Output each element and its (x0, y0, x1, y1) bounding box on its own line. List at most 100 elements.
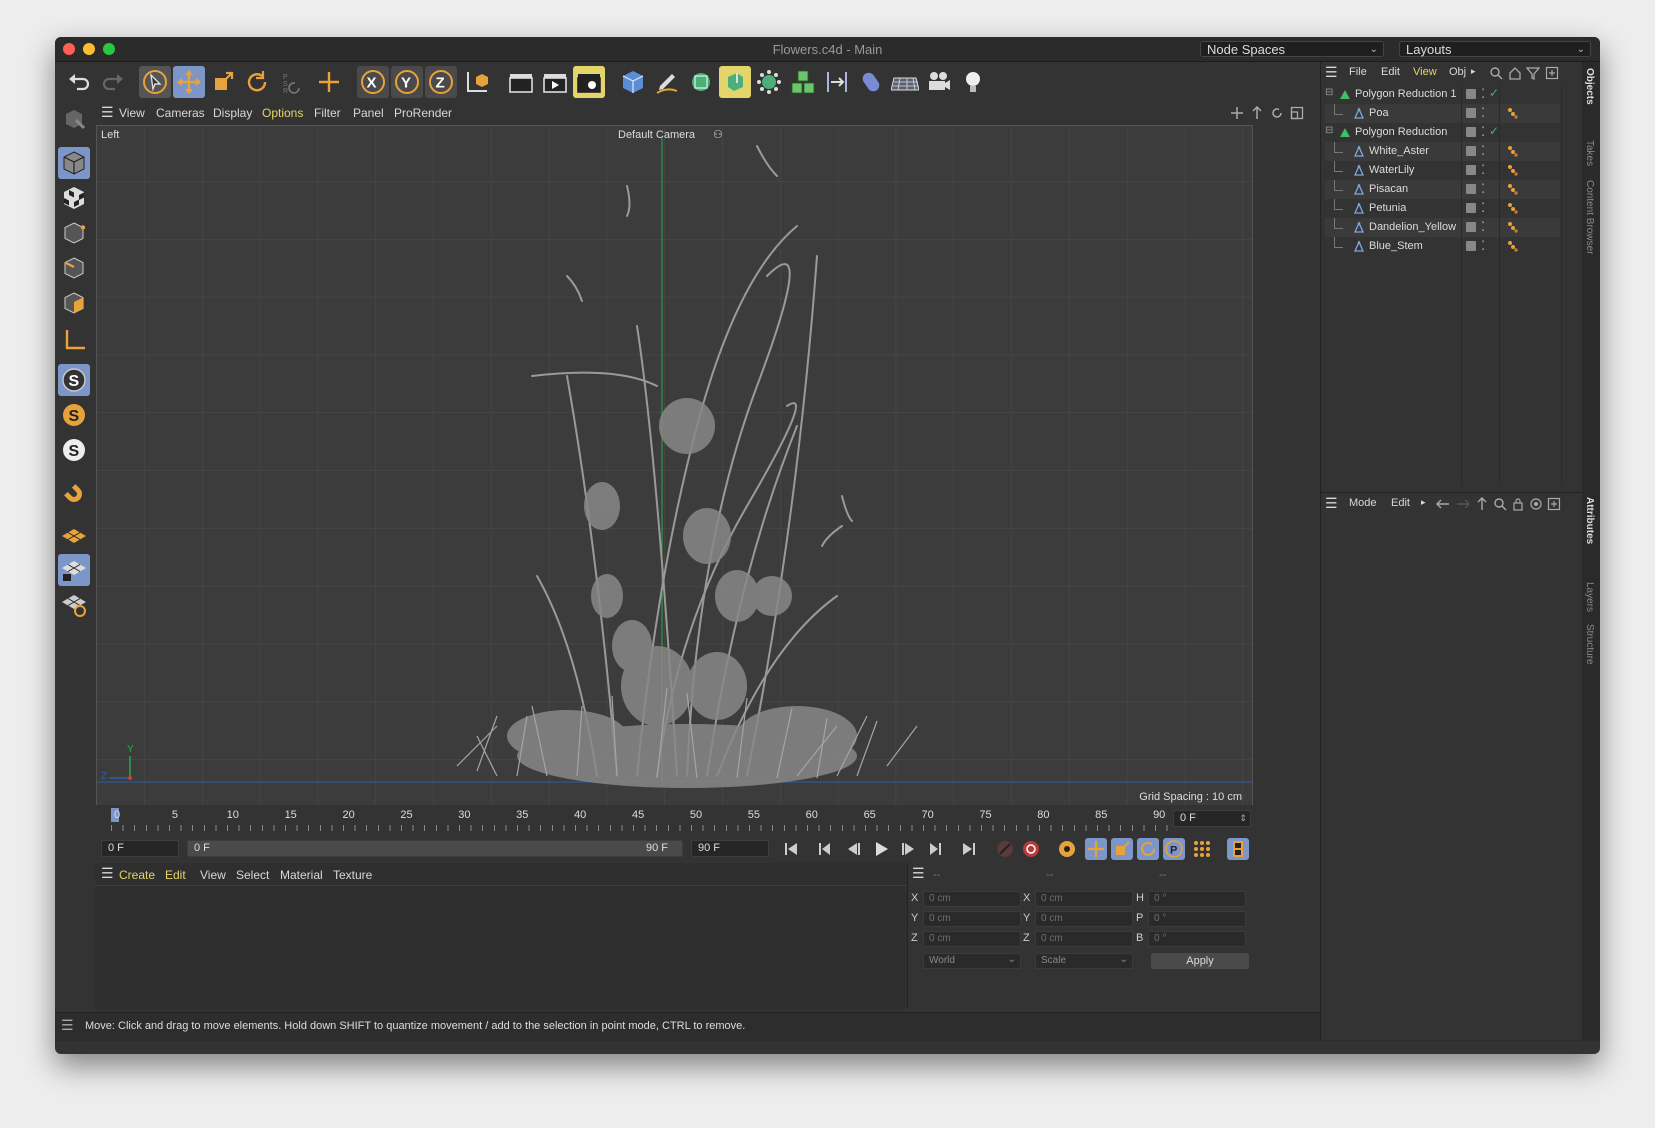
menu-cameras[interactable]: Cameras (156, 106, 205, 120)
cloner-button[interactable] (753, 66, 785, 98)
visibility-dots[interactable]: ⁚ (1481, 200, 1485, 216)
point-mode-button[interactable] (58, 217, 90, 249)
extrude-button[interactable] (719, 66, 751, 98)
tab-content-browser[interactable]: Content Browser (1584, 180, 1595, 254)
make-editable-button[interactable] (58, 104, 90, 136)
key-rotation-icon[interactable] (1137, 838, 1159, 860)
model-mode-button[interactable] (58, 147, 90, 179)
hamburger-menu-icon[interactable]: ☰ (912, 865, 925, 882)
layouts-dropdown[interactable]: Layouts ⌄ (1399, 41, 1591, 57)
frame-range-slider[interactable]: 0 F 90 F (187, 840, 683, 857)
scene-object-button[interactable] (855, 66, 887, 98)
target-icon[interactable] (1529, 497, 1543, 511)
material-menu-view[interactable]: View (200, 868, 226, 882)
end-frame-field[interactable]: 90 F (691, 840, 769, 857)
x-axis-lock-button[interactable]: X (357, 66, 389, 98)
workplane-button[interactable] (58, 520, 90, 552)
light-button[interactable] (957, 66, 989, 98)
menu-filter[interactable]: Filter (314, 106, 341, 120)
menu-view[interactable]: View (119, 106, 145, 120)
position-y-field[interactable]: 0 cm (923, 911, 1021, 927)
object-row[interactable]: ⊟ Polygon Reduction 1 ⁚ ✓ (1325, 85, 1560, 104)
hamburger-menu-icon[interactable]: ☰ (1325, 64, 1338, 81)
visibility-dots[interactable]: ⁚ (1481, 181, 1485, 197)
material-menu-select[interactable]: Select (236, 868, 269, 882)
layer-toggle[interactable] (1466, 222, 1476, 232)
material-list-area[interactable] (95, 885, 907, 1009)
visibility-dots[interactable]: ⁚ (1481, 124, 1485, 140)
object-row[interactable]: Petunia ⁚ (1325, 199, 1560, 218)
scale-tool-button[interactable] (207, 66, 239, 98)
record-disabled-icon[interactable] (995, 839, 1015, 859)
previous-key-icon[interactable] (815, 839, 835, 859)
axis-mode-button[interactable] (58, 324, 90, 356)
rotation-h-field[interactable]: 0 ° (1148, 891, 1246, 907)
material-tag-icon[interactable] (1507, 183, 1519, 195)
subdivision-surface-button[interactable] (685, 66, 717, 98)
magnet-tool-button[interactable] (58, 478, 90, 510)
size-z-field[interactable]: 0 cm (1035, 931, 1133, 947)
key-scale-icon[interactable] (1111, 838, 1133, 860)
maximize-view-icon[interactable] (1290, 106, 1304, 120)
object-row[interactable]: WaterLily ⁚ (1325, 161, 1560, 180)
rotation-b-field[interactable]: 0 ° (1148, 931, 1246, 947)
start-frame-field[interactable]: 0 F (101, 840, 179, 857)
timeline-ruler[interactable]: 0 5 10 15 20 25 30 35 40 45 50 55 60 65 70 75 80 85 90 0 F… (95, 805, 1317, 835)
add-tool-button[interactable] (313, 66, 345, 98)
collapse-toggle-icon[interactable]: ⊟ (1325, 125, 1333, 136)
array-button[interactable] (787, 66, 819, 98)
material-menu-edit[interactable]: Edit (165, 868, 186, 882)
hamburger-menu-icon[interactable]: ☰ (1325, 495, 1338, 512)
viewport-3d[interactable]: Left Default Camera ⚇ Y Z Grid Spacing :… (96, 125, 1253, 808)
menu-overflow-arrow-icon[interactable]: ▸ (1471, 66, 1476, 77)
key-parameter-icon[interactable]: P (1163, 838, 1185, 860)
material-tag-icon[interactable] (1507, 145, 1519, 157)
cube-primitive-button[interactable] (617, 66, 649, 98)
workplane-snap-button[interactable]: S (58, 434, 90, 466)
material-tag-icon[interactable] (1507, 164, 1519, 176)
filter-icon[interactable] (1526, 66, 1540, 80)
tab-takes[interactable]: Takes (1584, 140, 1595, 166)
material-tag-icon[interactable] (1507, 240, 1519, 252)
camera-link-icon[interactable]: ⚇ (713, 128, 723, 141)
apply-button[interactable]: Apply (1151, 953, 1249, 969)
psr-tool-button[interactable]: PSR (275, 66, 307, 98)
play-icon[interactable] (871, 839, 891, 859)
object-row[interactable]: ⊟ Polygon Reduction ⁚ ✓ (1325, 123, 1560, 142)
polygon-mode-button[interactable] (58, 287, 90, 319)
zoom-view-icon[interactable] (1250, 106, 1264, 120)
visibility-dots[interactable]: ⁚ (1481, 219, 1485, 235)
object-row[interactable]: Dandelion_Yellow ⁚ (1325, 218, 1560, 237)
planar-workplane-button[interactable] (58, 588, 90, 620)
tab-objects[interactable]: Objects (1584, 68, 1595, 105)
pan-view-icon[interactable] (1230, 106, 1244, 120)
snapping-button[interactable]: S (58, 364, 90, 396)
rotation-p-field[interactable]: 0 ° (1148, 911, 1246, 927)
redo-button[interactable] (97, 66, 129, 98)
objects-menu-objects[interactable]: Obj (1449, 66, 1466, 78)
tab-structure[interactable]: Structure (1584, 624, 1595, 665)
material-tag-icon[interactable] (1507, 221, 1519, 233)
z-axis-lock-button[interactable]: Z (425, 66, 457, 98)
autokey-icon[interactable] (1021, 839, 1041, 859)
visibility-dots[interactable]: ⁚ (1481, 105, 1485, 121)
locked-workplane-button[interactable] (58, 554, 90, 586)
coordinate-space-dropdown[interactable]: World ⌄ (923, 953, 1021, 969)
object-row[interactable]: Blue_Stem ⁚ (1325, 237, 1560, 256)
node-spaces-dropdown[interactable]: Node Spaces ⌄ (1200, 41, 1384, 57)
material-menu-create[interactable]: Create (119, 868, 155, 882)
tab-layers[interactable]: Layers (1584, 582, 1595, 612)
collapse-toggle-icon[interactable]: ⊟ (1325, 87, 1333, 98)
enabled-check-icon[interactable]: ✓ (1489, 86, 1499, 100)
material-menu-material[interactable]: Material (280, 868, 323, 882)
render-view-button[interactable] (505, 66, 537, 98)
go-to-end-icon[interactable] (959, 839, 979, 859)
camera-button[interactable] (923, 66, 955, 98)
position-x-field[interactable]: 0 cm (923, 891, 1021, 907)
tab-attributes[interactable]: Attributes (1584, 497, 1595, 544)
deformer-button[interactable] (821, 66, 853, 98)
attributes-menu-edit[interactable]: Edit (1391, 497, 1410, 509)
coordinate-system-button[interactable] (461, 66, 493, 98)
menu-display[interactable]: Display (213, 106, 252, 120)
rotate-tool-button[interactable] (241, 66, 273, 98)
